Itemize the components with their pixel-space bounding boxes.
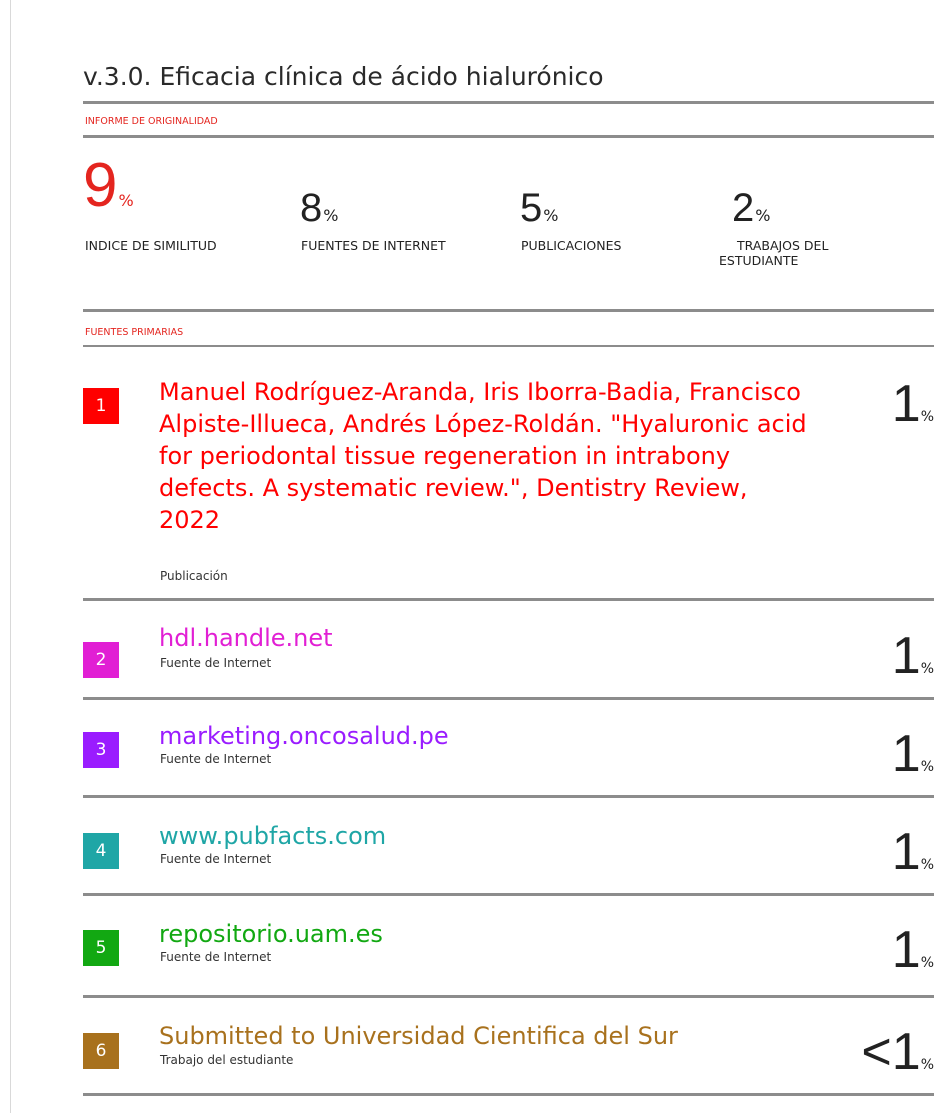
source-percent-value: <1 — [861, 1023, 921, 1081]
source-percent-symbol: % — [920, 1057, 934, 1073]
source-row-2[interactable]: 2 hdl.handle.net Fuente de Internet 1% — [83, 620, 934, 682]
source-title[interactable]: Submitted to Universidad Cientifica del … — [159, 1020, 678, 1052]
source-type: Fuente de Internet — [160, 950, 272, 964]
source-percent: 1% — [892, 924, 934, 976]
source-percent-symbol: % — [920, 857, 934, 873]
source-percent: 1% — [892, 630, 934, 682]
source-divider-5 — [83, 995, 934, 998]
publications-number: 5 — [520, 186, 543, 230]
source-type: Fuente de Internet — [160, 656, 272, 670]
source-title[interactable]: www.pubfacts.com — [159, 820, 386, 852]
source-type: Fuente de Internet — [160, 752, 272, 766]
source-percent-value: 1 — [891, 725, 921, 783]
source-percent-value: 1 — [891, 627, 921, 685]
source-number-badge: 1 — [83, 388, 119, 424]
similarity-index-label: INDICE DE SIMILITUD — [85, 238, 217, 253]
originality-report-page: v.3.0. Eficacia clínica de ácido hialuró… — [0, 0, 934, 1113]
source-row-3[interactable]: 3 marketing.oncosalud.pe Fuente de Inter… — [83, 720, 934, 780]
source-title[interactable]: repositorio.uam.es — [159, 918, 383, 950]
source-divider-3 — [83, 795, 934, 798]
source-percent-symbol: % — [920, 409, 934, 425]
similarity-percent-sign: % — [118, 191, 134, 210]
student-papers-label-line1: TRABAJOS DEL — [737, 238, 829, 253]
source-percent-symbol: % — [920, 955, 934, 971]
source-row-6[interactable]: 6 Submitted to Universidad Cientifica de… — [83, 1016, 934, 1078]
source-row-5[interactable]: 5 repositorio.uam.es Fuente de Internet … — [83, 916, 934, 976]
source-percent-symbol: % — [920, 661, 934, 677]
source-number-badge: 6 — [83, 1033, 119, 1069]
source-row-4[interactable]: 4 www.pubfacts.com Fuente de Internet 1% — [83, 818, 934, 878]
source-percent-value: 1 — [891, 921, 921, 979]
source-percent-symbol: % — [920, 759, 934, 775]
source-title[interactable]: hdl.handle.net — [159, 622, 333, 654]
source-percent: 1% — [892, 728, 934, 780]
left-margin-line — [10, 0, 11, 1113]
source-type: Trabajo del estudiante — [160, 1053, 294, 1067]
source-number-badge: 4 — [83, 833, 119, 869]
source-percent: 1% — [892, 826, 934, 878]
source-percent: <1% — [861, 1026, 934, 1078]
publications-label: PUBLICACIONES — [521, 238, 622, 253]
internet-sources-value: 8% — [300, 188, 338, 228]
originality-divider — [83, 135, 934, 138]
source-divider-6 — [83, 1093, 934, 1096]
source-type: Fuente de Internet — [160, 852, 272, 866]
internet-number: 8 — [300, 186, 323, 230]
source-divider-1 — [83, 598, 934, 601]
student-papers-percent-sign: % — [755, 206, 771, 225]
source-title[interactable]: Manuel Rodríguez-Aranda, Iris Iborra-Bad… — [159, 376, 809, 536]
student-papers-label-line2: ESTUDIANTE — [719, 253, 799, 268]
source-row-1[interactable]: 1 Manuel Rodríguez-Aranda, Iris Iborra-B… — [83, 376, 934, 596]
source-type: Publicación — [160, 569, 228, 583]
source-number-badge: 2 — [83, 642, 119, 678]
source-title[interactable]: marketing.oncosalud.pe — [159, 720, 449, 752]
primary-sources-divider — [83, 345, 934, 347]
originality-label: INFORME DE ORIGINALIDAD — [85, 116, 218, 127]
student-papers-value: 2% — [732, 188, 770, 228]
similarity-index-value: 9% — [83, 155, 134, 217]
report-title: v.3.0. Eficacia clínica de ácido hialuró… — [83, 62, 604, 91]
title-divider — [83, 101, 934, 104]
stats-divider — [83, 309, 934, 312]
source-percent: 1% — [892, 378, 934, 430]
source-percent-value: 1 — [891, 375, 921, 433]
similarity-number: 9 — [83, 151, 118, 220]
source-divider-4 — [83, 893, 934, 896]
source-divider-2 — [83, 697, 934, 700]
internet-percent-sign: % — [323, 206, 339, 225]
publications-value: 5% — [520, 188, 558, 228]
internet-sources-label: FUENTES DE INTERNET — [301, 238, 446, 253]
source-percent-value: 1 — [891, 823, 921, 881]
source-number-badge: 3 — [83, 732, 119, 768]
student-papers-number: 2 — [732, 186, 755, 230]
source-number-badge: 5 — [83, 930, 119, 966]
publications-percent-sign: % — [543, 206, 559, 225]
primary-sources-label: FUENTES PRIMARIAS — [85, 327, 184, 338]
